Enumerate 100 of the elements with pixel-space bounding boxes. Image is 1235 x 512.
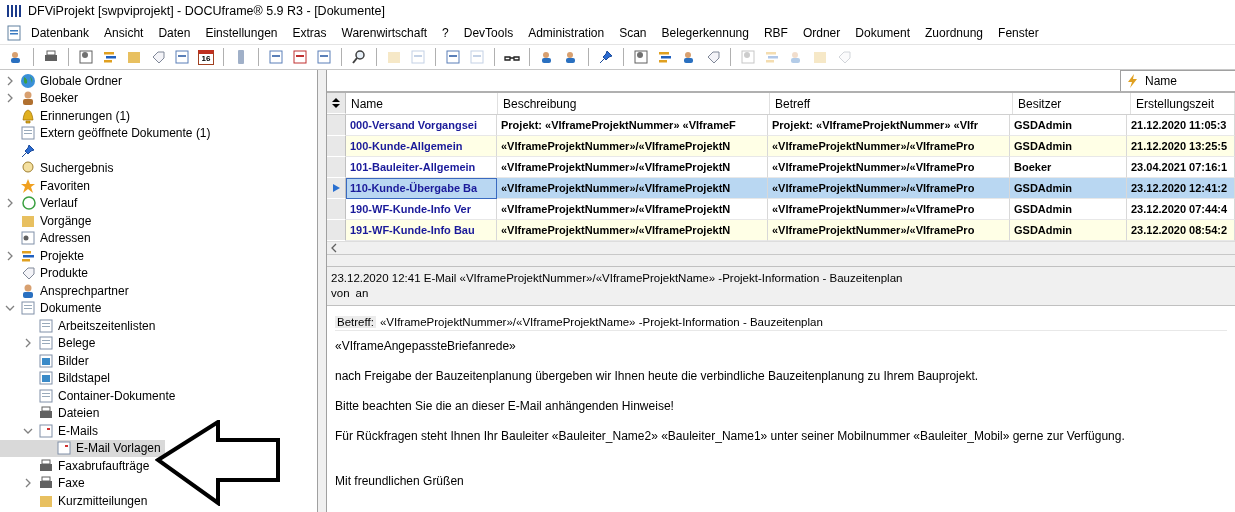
tree-item[interactable]: Dateien bbox=[0, 404, 150, 422]
horizontal-scrollbar[interactable] bbox=[327, 241, 1235, 255]
menu-item[interactable]: Warenwirtschaft bbox=[332, 26, 434, 40]
menu-item[interactable]: Dokument bbox=[846, 26, 916, 40]
people-icon bbox=[20, 282, 36, 299]
pin-icon bbox=[20, 142, 36, 159]
bell-icon bbox=[20, 107, 36, 124]
card-icon[interactable] bbox=[76, 47, 96, 67]
column-header[interactable]: Name bbox=[346, 93, 498, 115]
menu-item[interactable]: Fenster bbox=[989, 26, 1045, 40]
menu-item[interactable]: Daten bbox=[149, 26, 197, 40]
tree-item[interactable]: Suchergebnis bbox=[0, 159, 150, 177]
tree-item[interactable]: Ansprechpartner bbox=[0, 282, 150, 300]
scroll-left-icon[interactable] bbox=[329, 243, 339, 254]
expand-chevron-icon[interactable] bbox=[23, 338, 33, 349]
table-cell: 100-Kunde-Allgemein bbox=[346, 136, 497, 158]
subject-text: «VIframeProjektNummer»/«VIframeProjektName» -Projekt-Information - Bauzeitenplan bbox=[379, 316, 823, 328]
tree-item[interactable]: Projekte bbox=[0, 247, 150, 265]
menu-item[interactable]: Datenbank bbox=[22, 26, 96, 40]
table-cell: «VIframeProjektNummer»/«VIframeProjektN bbox=[497, 136, 768, 158]
card-icon[interactable] bbox=[631, 47, 651, 67]
doc-icon[interactable] bbox=[172, 47, 192, 67]
tree-item[interactable]: Bilder bbox=[0, 352, 150, 370]
mail-icon bbox=[38, 422, 54, 439]
table-cell: 21.12.2020 13:25:5 bbox=[1127, 136, 1235, 158]
tree-item[interactable]: E-Mails bbox=[0, 422, 150, 440]
tree-item[interactable]: Extern geöffnete Dokumente (1) bbox=[0, 124, 215, 142]
tree-item[interactable]: Arbeitszeitenlisten bbox=[0, 317, 160, 335]
sort-chip[interactable]: Name bbox=[1120, 70, 1235, 92]
tree-label: Arbeitszeitenlisten bbox=[58, 318, 156, 333]
column-header[interactable]: Erstellungszeit bbox=[1131, 93, 1235, 115]
tree-label: Produkte bbox=[40, 266, 89, 281]
sort-toggle-icon[interactable] bbox=[331, 98, 341, 109]
menu-item[interactable]: Belegerkennung bbox=[652, 26, 755, 40]
tree-item[interactable]: Faxabrufaufträge bbox=[0, 457, 154, 475]
doc-icon[interactable] bbox=[266, 47, 286, 67]
menu-item[interactable]: Extras bbox=[283, 26, 333, 40]
column-header[interactable]: Betreff bbox=[770, 93, 1013, 115]
expand-chevron-icon[interactable] bbox=[5, 198, 15, 209]
message-paragraph: nach Freigabe der Bauzeitenplanung übergeben wir Ihnen heute die verbindliche Bauzeitenplanung zu Ihrem Bauprojekt. bbox=[335, 369, 980, 384]
table-row[interactable]: 100-Kunde-Allgemein «VIframeProjektNummer»/«VIframeProjektN «VIframeProjektNummer»/«VIframePro GSDAdmin 21.12.2020 13:25:5 bbox=[327, 136, 1235, 158]
message-paragraph: Mit freundlichen Grüßen bbox=[335, 474, 465, 489]
tree-label: Suchergebnis bbox=[40, 161, 114, 176]
tree-label: Dokumente bbox=[40, 301, 102, 316]
app-logo-icon bbox=[6, 3, 22, 19]
menu-item[interactable]: RBF bbox=[754, 26, 794, 40]
doc-icon bbox=[38, 335, 54, 352]
table-row[interactable]: 110-Kunde-Übergabe Ba «VIframeProjektNummer»/«VIframeProjektN «VIframeProjektNummer»/«VIframePro GSDAdmin 23.12.2020 12:41:2 bbox=[327, 178, 1235, 200]
doc-icon[interactable] bbox=[314, 47, 334, 67]
table-cell: 110-Kunde-Übergabe Ba bbox=[346, 178, 497, 200]
tree-item[interactable]: Adressen bbox=[0, 229, 150, 247]
mail-icon bbox=[56, 440, 72, 457]
tree-item[interactable]: Belege bbox=[0, 334, 150, 352]
column-header[interactable]: Besitzer bbox=[1013, 93, 1131, 115]
table-cell: «VIframeProjektNummer»/«VIframePro bbox=[768, 178, 1010, 200]
tree-item[interactable]: Erinnerungen (1) bbox=[0, 107, 150, 125]
doc-icon[interactable] bbox=[443, 47, 463, 67]
menu-item[interactable]: Administration bbox=[519, 26, 611, 40]
globe-icon bbox=[20, 72, 36, 89]
menu-item[interactable]: Zuordnung bbox=[916, 26, 990, 40]
tree-item[interactable]: Produkte bbox=[0, 264, 150, 282]
tree-item[interactable]: Container-Dokumente bbox=[0, 387, 180, 405]
tree-item[interactable]: Faxe bbox=[0, 474, 150, 492]
column-header[interactable]: Beschreibung bbox=[498, 93, 770, 115]
tree-item[interactable]: Verlauf bbox=[0, 194, 150, 212]
table-cell: GSDAdmin bbox=[1010, 220, 1127, 242]
expand-chevron-icon[interactable] bbox=[5, 75, 15, 86]
expand-chevron-icon[interactable] bbox=[5, 93, 15, 104]
image-icon bbox=[38, 370, 54, 387]
tree-label: Faxabrufaufträge bbox=[58, 458, 150, 473]
card-icon bbox=[20, 230, 36, 247]
tree-item[interactable]: Favoriten bbox=[0, 177, 150, 195]
table-cell: «VIframeProjektNummer»/«VIframePro bbox=[768, 220, 1010, 242]
table-cell: GSDAdmin bbox=[1010, 178, 1127, 200]
message-paragraph: Für Rückfragen steht Ihnen Ihr Bauleiter «Bauleiter_Name2» «Bauleiter_Name1» unter seiner Mobilnummer «Bauleiter_Mobil» gerne zur Verfügung. bbox=[335, 429, 1126, 444]
tree-item[interactable]: Vorgänge bbox=[0, 212, 150, 230]
tree-item[interactable]: E-Mail Vorlagen bbox=[0, 439, 165, 457]
tree-item[interactable]: Boeker bbox=[0, 89, 150, 107]
mail-icon[interactable] bbox=[290, 47, 310, 67]
expand-chevron-icon[interactable] bbox=[23, 478, 33, 489]
tree-label: Dateien bbox=[58, 406, 100, 421]
menu-item[interactable]: DevTools bbox=[454, 26, 520, 40]
tree-item[interactable]: Bildstapel bbox=[0, 369, 150, 387]
expand-chevron-icon[interactable] bbox=[5, 250, 15, 261]
tree-label: E-Mails bbox=[58, 423, 98, 438]
menu-item[interactable]: Ordner bbox=[793, 26, 847, 40]
from-label: von bbox=[331, 286, 350, 301]
menu-item[interactable]: Scan bbox=[610, 26, 653, 40]
table-cell: 23.12.2020 08:54:2 bbox=[1127, 220, 1235, 242]
menu-item[interactable]: Einstellungen bbox=[196, 26, 284, 40]
calendar-icon[interactable]: 16 bbox=[196, 47, 216, 67]
table-row[interactable]: 191-WF-Kunde-Info Bau «VIframeProjektNummer»/«VIframeProjektN «VIframeProjektNummer»/«VIframePro GSDAdmin 23.12.2020 08:54:2 bbox=[327, 220, 1235, 242]
tree-item[interactable]: Dokumente bbox=[0, 299, 150, 317]
menu-item[interactable]: Ansicht bbox=[95, 26, 150, 40]
tree-item[interactable]: Kurzmitteilungen bbox=[0, 492, 152, 510]
tree-item[interactable]: Globale Ordner bbox=[0, 72, 150, 90]
tree-label: Projekte bbox=[40, 248, 85, 263]
menu-item[interactable]: ? bbox=[433, 26, 455, 40]
document-icon[interactable] bbox=[6, 25, 22, 41]
doc-icon bbox=[38, 317, 54, 334]
